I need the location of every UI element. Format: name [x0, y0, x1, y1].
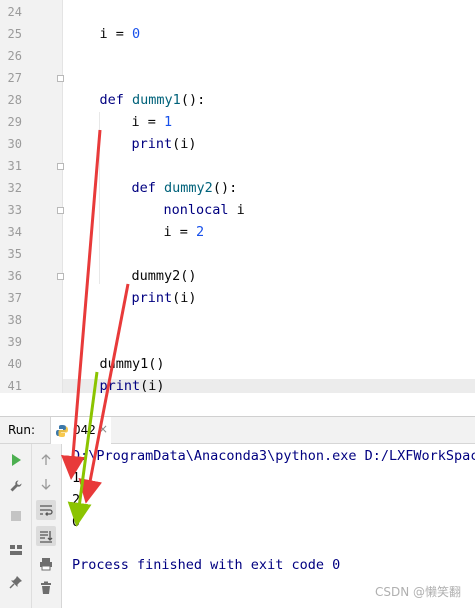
line-number: 41: [7, 379, 22, 393]
code-builtin: print: [99, 378, 141, 393]
arrow-up-icon[interactable]: [36, 450, 56, 470]
code-builtin: print: [131, 290, 173, 306]
code-editor[interactable]: 24 25 26 27 28 29 30 31 32 33 34 35 36 3…: [0, 0, 475, 393]
code-text: (i): [172, 136, 197, 152]
code-text: i =: [99, 26, 133, 42]
line-number: 36: [7, 269, 22, 283]
line-number-gutter: 24 25 26 27 28 29 30 31 32 33 34 35 36 3…: [0, 0, 64, 393]
soft-wrap-icon[interactable]: [36, 500, 56, 520]
code-text: (i): [140, 378, 165, 393]
line-number: 38: [7, 313, 22, 327]
run-toolbar-secondary: [32, 444, 62, 608]
scroll-to-end-icon[interactable]: [36, 526, 56, 546]
process-finished-message: Process finished with exit code 0: [72, 557, 341, 573]
code-text: ():: [180, 92, 206, 108]
pin-icon[interactable]: [6, 572, 26, 592]
code-builtin: print: [131, 136, 173, 152]
line-number: 24: [7, 5, 22, 19]
line-number: 35: [7, 247, 22, 261]
fold-marker-icon[interactable]: [57, 207, 64, 214]
close-icon[interactable]: ×: [98, 422, 108, 436]
code-line: print(i): [67, 353, 165, 393]
line-number: 31: [7, 159, 22, 173]
run-tab-label: 042: [73, 423, 96, 437]
console-output-line: 1: [72, 470, 81, 486]
print-icon[interactable]: [36, 554, 56, 574]
run-config-tab[interactable]: 042 ×: [50, 417, 111, 444]
python-icon: [56, 425, 68, 437]
layout-icon[interactable]: [6, 540, 26, 560]
run-label: Run:: [8, 423, 36, 437]
trash-icon[interactable]: [36, 578, 56, 598]
wrench-icon[interactable]: [6, 476, 26, 496]
console-command-line: D:\ProgramData\Anaconda3\python.exe D:/L…: [72, 448, 475, 464]
console-output-line: 0: [72, 514, 81, 530]
fold-marker-icon[interactable]: [57, 75, 64, 82]
run-toolbar-primary: [0, 444, 32, 608]
fold-marker-icon[interactable]: [57, 163, 64, 170]
line-number: 39: [7, 335, 22, 349]
fold-marker-icon[interactable]: [57, 273, 64, 280]
line-number: 32: [7, 181, 22, 195]
code-number: 2: [196, 224, 205, 240]
stop-icon[interactable]: [6, 506, 26, 526]
line-number: 40: [7, 357, 22, 371]
code-text: i =: [163, 224, 197, 240]
line-number: 30: [7, 137, 22, 151]
run-tool-window-header: Run: 042 ×: [0, 416, 475, 444]
line-number: 25: [7, 27, 22, 41]
line-number: 37: [7, 291, 22, 305]
code-text: i: [236, 202, 245, 218]
line-number: 34: [7, 225, 22, 239]
line-number: 29: [7, 115, 22, 129]
code-line: i = 0: [67, 1, 141, 67]
line-number: 27: [7, 71, 22, 85]
line-number: 28: [7, 93, 22, 107]
watermark: CSDN @懒笑翻: [374, 585, 461, 599]
code-number: 0: [132, 26, 141, 42]
line-number: 26: [7, 49, 22, 63]
line-number: 33: [7, 203, 22, 217]
play-icon[interactable]: [6, 450, 26, 470]
console-output-line: 2: [72, 492, 81, 508]
code-line: print(i): [99, 265, 197, 331]
arrow-down-icon[interactable]: [36, 474, 56, 494]
code-text: (i): [172, 290, 197, 306]
